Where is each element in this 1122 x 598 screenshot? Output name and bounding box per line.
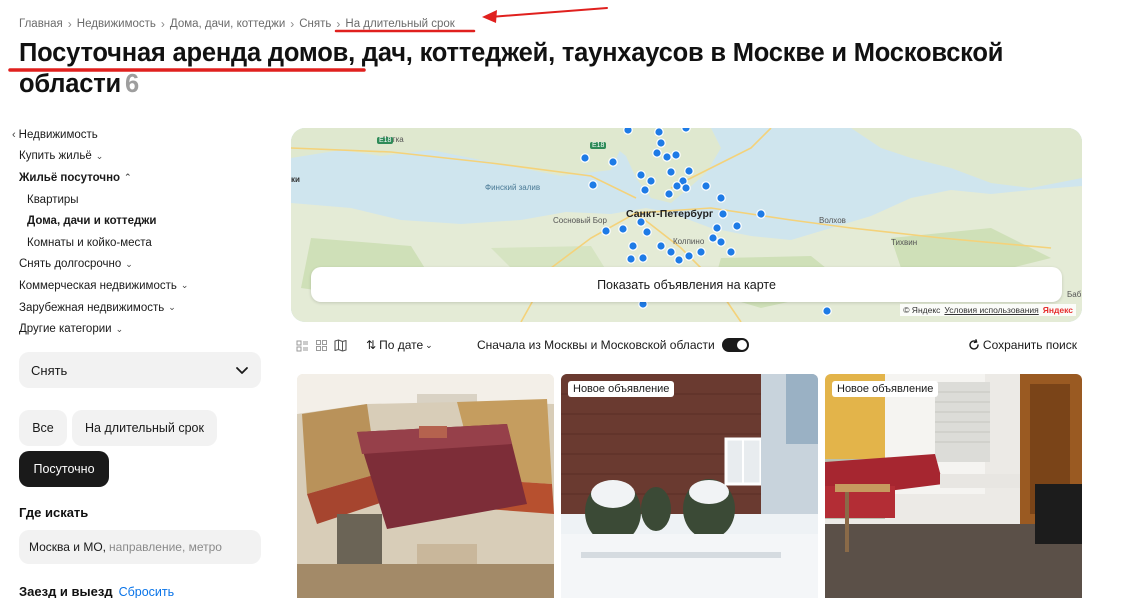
map-label-city: Санкт-Петербург: [626, 208, 714, 220]
map-terms-link[interactable]: Условия использования: [944, 305, 1038, 315]
map-route-e18: E18: [377, 137, 394, 144]
listing-card-1[interactable]: [297, 374, 554, 598]
map-route-e18-east: E18: [590, 142, 607, 149]
dates-reset-link[interactable]: Сбросить: [119, 585, 175, 598]
show-on-map-label: Показать объявления на карте: [597, 277, 776, 292]
sidebar-item-commercial[interactable]: Коммерческая недвижимость ⌄: [12, 275, 272, 297]
breadcrumb-separator: ›: [67, 17, 72, 31]
sidebar-item-label: Комнаты и койко-места: [27, 236, 152, 249]
location-value: Москва и МО,: [29, 540, 107, 554]
map-attribution: © Яндекс Условия использования Яндекс: [900, 304, 1076, 316]
map-label-kolpino: Колпино: [673, 237, 705, 246]
rent-pill-long-term[interactable]: На длительный срок: [72, 410, 217, 446]
listing-card-2[interactable]: Новое объявление: [561, 374, 818, 598]
sidebar-item-apartments[interactable]: Квартиры: [12, 189, 272, 211]
breadcrumb-rent[interactable]: Снять: [299, 18, 331, 30]
listing-photo: [561, 374, 818, 598]
map-label-partial-right: Баб: [1067, 290, 1082, 299]
rent-pill-daily[interactable]: Посуточно: [19, 451, 109, 487]
location-placeholder: направление, метро: [109, 540, 222, 554]
save-search-label: Сохранить поиск: [982, 338, 1077, 352]
listing-photo: [297, 374, 554, 598]
sidebar-item-label: Другие категории: [19, 323, 112, 336]
sort-dropdown[interactable]: ⇅ По дате ⌄: [366, 338, 433, 352]
sort-label: По дате: [379, 338, 424, 352]
sidebar-item-other[interactable]: Другие категории ⌄: [12, 318, 272, 340]
sidebar-item-label: Жильё посуточно: [19, 171, 121, 184]
chevron-down-icon: [236, 367, 248, 374]
dates-label: Заезд и выезд: [19, 584, 113, 598]
save-search-button[interactable]: Сохранить поиск: [968, 338, 1077, 352]
map-label-volkhov: Волхов: [819, 216, 846, 225]
breadcrumb-real-estate[interactable]: Недвижимость: [77, 18, 156, 30]
sidebar-item-label: Дома, дачи и коттеджи: [27, 215, 157, 228]
sort-icon: ⇅: [366, 338, 377, 352]
breadcrumb-houses[interactable]: Дома, дачи, коттеджи: [170, 18, 285, 30]
sidebar-item-label: Снять долгосрочно: [19, 258, 122, 271]
page-title: Посуточная аренда домов, дач, коттеджей,…: [19, 38, 1079, 100]
pill-label: Все: [32, 421, 54, 435]
chevron-down-icon: ⌄: [168, 302, 176, 313]
breadcrumb-separator: ›: [336, 17, 341, 31]
chevron-down-icon: ⌄: [95, 150, 104, 161]
new-listing-badge: Новое объявление: [568, 381, 675, 397]
chevron-down-icon: ⌄: [125, 258, 133, 269]
sidebar-back-real-estate[interactable]: ‹ Недвижимость: [12, 124, 272, 146]
map-copyright: © Яндекс: [903, 305, 941, 315]
chevron-up-icon: ⌃: [124, 172, 132, 183]
map-brand: Яндекс: [1042, 305, 1073, 315]
map-label-tikhvin: Тихвин: [891, 238, 918, 247]
sidebar-item-daily[interactable]: Жильё посуточно ⌃: [12, 167, 272, 189]
results-count: 6: [125, 70, 140, 98]
sidebar-item-label: Купить жильё: [19, 150, 92, 163]
breadcrumb-long-term[interactable]: На длительный срок: [345, 18, 454, 30]
map-view-icon[interactable]: [334, 339, 347, 352]
sidebar-item-buy[interactable]: Купить жильё ⌄: [12, 146, 272, 168]
list-view-icon[interactable]: [296, 339, 309, 352]
deal-type-select[interactable]: Снять: [19, 352, 261, 388]
page-title-text: Посуточная аренда домов, дач, коттеджей,…: [19, 39, 1004, 98]
pill-label: На длительный срок: [85, 421, 204, 435]
sidebar-item-label: Зарубежная недвижимость: [19, 301, 165, 314]
map-label-partial-left: ки: [291, 175, 300, 184]
chevron-down-icon: ⌄: [425, 339, 433, 350]
dates-section: Заезд и выезд Сбросить: [19, 584, 174, 598]
location-input[interactable]: Москва и МО, направление, метро: [19, 530, 261, 564]
listing-card-3[interactable]: Новое объявление: [825, 374, 1082, 598]
region-first-setting: Сначала из Москвы и Московской области: [477, 338, 749, 352]
refresh-search-icon: [969, 339, 979, 350]
chevron-down-icon: ⌄: [115, 323, 124, 334]
listing-toolbar: ⇅ По дате ⌄ Сначала из Москвы и Московск…: [296, 336, 1082, 356]
show-on-map-button[interactable]: Показать объявления на карте: [311, 267, 1062, 302]
sidebar-item-label: Недвижимость: [18, 128, 98, 141]
chevron-down-icon: ⌄: [180, 280, 189, 291]
breadcrumb-home[interactable]: Главная: [19, 18, 63, 30]
map-label-sosnovy-bor: Сосновый Бор: [553, 216, 607, 225]
sidebar-item-label: Коммерческая недвижимость: [19, 279, 177, 292]
breadcrumb: Главная › Недвижимость › Дома, дачи, кот…: [19, 17, 455, 31]
new-listing-badge: Новое объявление: [832, 381, 939, 397]
map-label-gulf: Финский залив: [485, 183, 541, 192]
map-preview[interactable]: Котка E18 E18 ки Финский залив Сосновый …: [291, 128, 1082, 322]
where-label: Где искать: [19, 505, 89, 520]
annotation-arrowhead: [482, 10, 497, 23]
grid-view-icon[interactable]: [315, 339, 328, 352]
chevron-left-icon: ‹: [12, 128, 16, 141]
breadcrumb-separator: ›: [290, 17, 295, 31]
annotation-arrow-line: [489, 7, 608, 18]
breadcrumb-separator: ›: [160, 17, 165, 31]
rent-pill-all[interactable]: Все: [19, 410, 67, 446]
pill-label: Посуточно: [33, 462, 95, 476]
sidebar-item-rooms[interactable]: Комнаты и койко-места: [12, 232, 272, 254]
deal-type-value: Снять: [31, 362, 68, 378]
sidebar-item-foreign[interactable]: Зарубежная недвижимость ⌄: [12, 297, 272, 319]
region-first-label: Сначала из Москвы и Московской области: [477, 338, 715, 352]
sidebar-nav: ‹ Недвижимость Купить жильё ⌄ Жильё посу…: [12, 124, 272, 340]
sidebar-item-long-term[interactable]: Снять долгосрочно ⌄: [12, 254, 272, 276]
listing-photo: [825, 374, 1082, 598]
region-first-toggle[interactable]: [721, 338, 749, 352]
sidebar-item-label: Квартиры: [27, 193, 79, 206]
sidebar-item-houses[interactable]: Дома, дачи и коттеджи: [12, 210, 272, 232]
